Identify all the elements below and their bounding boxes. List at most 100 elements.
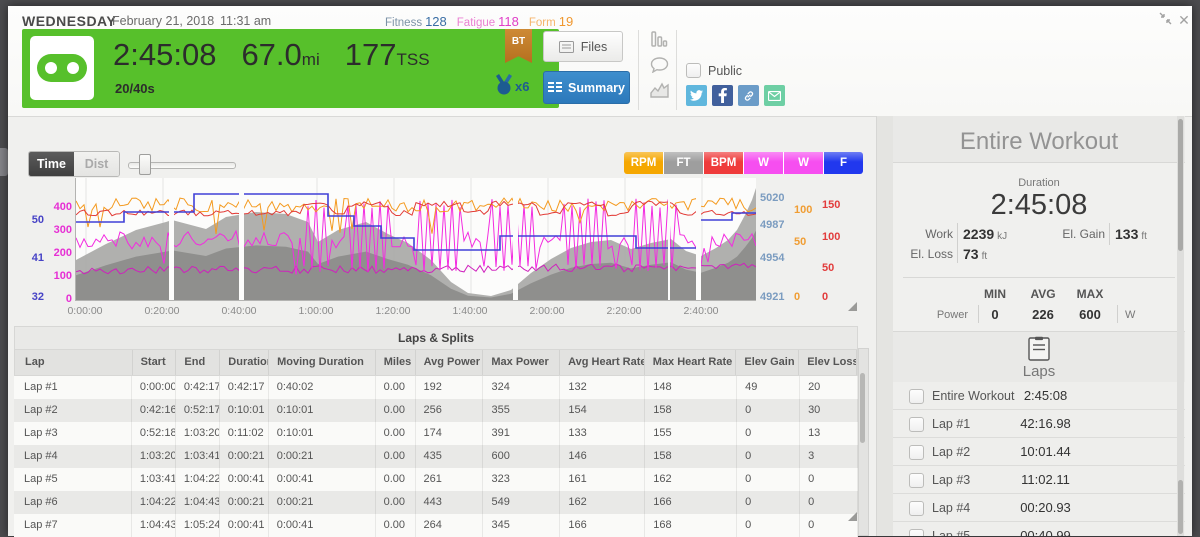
column-header: Max Power	[483, 350, 560, 375]
table-cell: 1:03:20	[176, 422, 220, 445]
channel-button-w-4[interactable]: W	[784, 152, 824, 174]
twitter-icon[interactable]	[686, 85, 707, 106]
lap-checkbox[interactable]	[909, 473, 924, 488]
lap-checkbox[interactable]	[909, 417, 924, 432]
table-scrollbar-thumb[interactable]	[860, 373, 865, 443]
table-cell: 0:42:17	[220, 376, 269, 399]
channel-button-w-3[interactable]: W	[744, 152, 784, 174]
workout-quickview: WEDNESDAY February 21, 2018 11:31 am Fit…	[8, 6, 1192, 536]
table-cell: 391	[483, 422, 560, 445]
table-cell: 0:00:21	[269, 445, 376, 468]
laps-scrollbar-thumb[interactable]	[1178, 480, 1183, 534]
channel-buttons: RPMFTBPMWWF	[624, 152, 863, 174]
lap-list-item[interactable]: Lap #400:20.93	[893, 494, 1185, 522]
lap-duration: 42:16.98	[998, 416, 1093, 431]
table-cell: 435	[416, 445, 484, 468]
table-row[interactable]: Lap #71:04:431:05:240:00:410:00:410.0026…	[14, 514, 858, 537]
table-row[interactable]: Lap #41:03:201:03:410:00:210:00:210.0043…	[14, 445, 858, 468]
xaxis-mode-toggle: Time Dist	[28, 151, 120, 177]
close-icon[interactable]: ✕	[1176, 12, 1192, 28]
email-icon[interactable]	[764, 85, 785, 106]
summary-button[interactable]: Summary	[543, 71, 630, 104]
comment-icon[interactable]	[650, 57, 669, 73]
lap-checkbox[interactable]	[909, 389, 924, 404]
workout-graph-plot[interactable]	[75, 178, 756, 301]
summary-title: Entire Workout	[893, 128, 1185, 156]
table-cell: Lap #7	[14, 514, 132, 537]
files-button[interactable]: Files	[543, 31, 623, 62]
table-cell: 0:00:21	[269, 491, 376, 514]
table-row[interactable]: Lap #20:42:160:52:170:10:010:10:010.0025…	[14, 399, 858, 422]
lap-checkbox[interactable]	[909, 445, 924, 460]
channel-button-f-5[interactable]: F	[824, 152, 863, 174]
column-header: Lap	[15, 350, 133, 375]
workout-banner[interactable]: 2:45:08 67.0 mi 177 TSS 20/40s BT x6	[22, 29, 559, 108]
table-cell: 0	[737, 514, 800, 537]
dist-toggle[interactable]: Dist	[74, 152, 119, 176]
table-cell: 0:42:17	[176, 376, 220, 399]
collapse-icon[interactable]	[1157, 12, 1173, 28]
table-cell: 148	[645, 376, 737, 399]
channel-button-rpm-0[interactable]: RPM	[624, 152, 664, 174]
facebook-icon[interactable]	[712, 85, 733, 106]
max-header: MAX	[1067, 287, 1113, 301]
summary-label: Summary	[568, 81, 625, 95]
chart-resize-handle[interactable]	[848, 302, 857, 311]
channel-button-ft-1[interactable]: FT	[664, 152, 704, 174]
panel-scrollbar-thumb[interactable]	[1178, 119, 1183, 251]
axis_elev-tick: 4954	[760, 252, 792, 264]
table-row[interactable]: Lap #61:04:221:04:430:00:210:00:210.0044…	[14, 491, 858, 514]
table-cell: 0:11:02	[220, 422, 269, 445]
axis_power-tick: 400	[46, 201, 72, 213]
weekday-label: WEDNESDAY	[22, 13, 116, 29]
share-icons	[686, 85, 785, 106]
table-cell: 443	[416, 491, 484, 514]
files-icon	[559, 41, 574, 53]
time-toggle[interactable]: Time	[29, 152, 74, 176]
lap-list-item[interactable]: Entire Workout2:45:08	[893, 382, 1185, 410]
table-cell: 132	[560, 376, 645, 399]
table-cell: 355	[483, 399, 560, 422]
table-cell: 0.00	[376, 399, 416, 422]
metric-value: 128	[425, 14, 447, 29]
lap-checkbox[interactable]	[909, 529, 924, 536]
summary-panel: Entire Workout Duration 2:45:08 Work 223…	[893, 116, 1185, 536]
table-cell: 0.00	[376, 445, 416, 468]
public-label: Public	[708, 64, 742, 78]
link-icon[interactable]	[738, 85, 759, 106]
duration-value: 2:45:08	[113, 37, 216, 73]
table-row[interactable]: Lap #30:52:181:03:200:11:020:10:010.0017…	[14, 422, 858, 445]
divider	[676, 30, 677, 110]
side-panel-handle[interactable]	[0, 148, 8, 176]
lap-label: Lap #4	[932, 501, 970, 515]
table-row[interactable]: Lap #51:03:411:04:220:00:410:00:410.0026…	[14, 468, 858, 491]
lap-list-item[interactable]: Lap #142:16.98	[893, 410, 1185, 438]
view-icons	[648, 30, 670, 98]
table-cell: 0:10:01	[269, 399, 376, 422]
lap-checkbox[interactable]	[909, 501, 924, 516]
table-resize-handle[interactable]	[848, 512, 857, 521]
lap-list-item[interactable]: Lap #210:01.44	[893, 438, 1185, 466]
column-header: Moving Duration	[269, 350, 376, 375]
axis_cadence-tick: 100	[794, 204, 818, 216]
lap-list-item[interactable]: Lap #311:02.11	[893, 466, 1185, 494]
smoothing-slider-handle[interactable]	[139, 154, 151, 175]
trend-chart-icon[interactable]	[650, 82, 669, 98]
date-label: February 21, 2018	[112, 14, 214, 28]
table-cell: 30	[800, 399, 858, 422]
table-header-row: LapStartEndDurationMoving DurationMilesA…	[14, 349, 858, 376]
table-cell: 154	[560, 399, 645, 422]
power-min: 0	[972, 307, 1018, 322]
public-checkbox[interactable]	[686, 63, 701, 78]
lap-list-item[interactable]: Lap #500:40.99	[893, 522, 1185, 536]
table-cell: 1:03:20	[132, 445, 176, 468]
laps-splits-table: Laps & Splits LapStartEndDurationMoving …	[14, 326, 858, 537]
table-cell: 0.00	[376, 491, 416, 514]
bar-chart-icon[interactable]	[650, 30, 668, 48]
table-row[interactable]: Lap #10:00:000:42:170:42:170:40:020.0019…	[14, 376, 858, 399]
table-cell: 0	[737, 422, 800, 445]
channel-button-bpm-2[interactable]: BPM	[704, 152, 744, 174]
divider	[1109, 223, 1110, 245]
metric-label: Fatigue	[457, 17, 495, 29]
laps-list: Entire Workout2:45:08Lap #142:16.98Lap #…	[893, 382, 1185, 536]
